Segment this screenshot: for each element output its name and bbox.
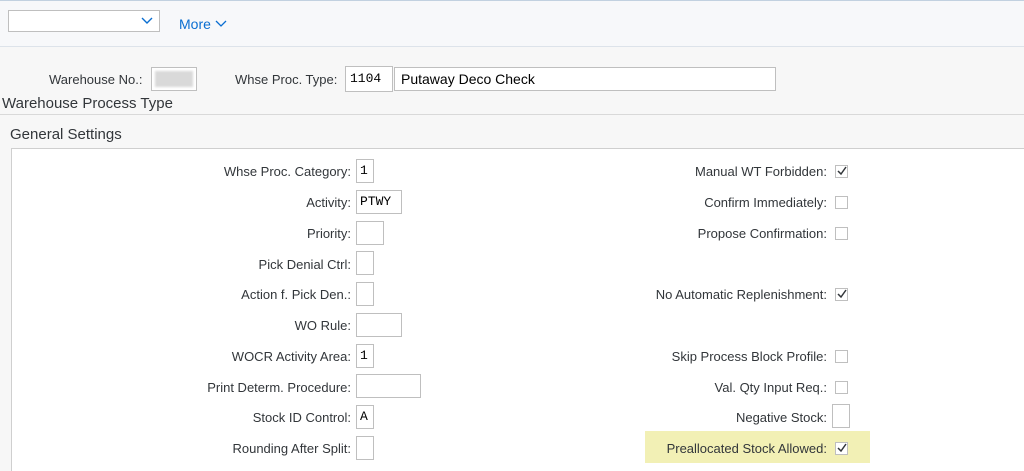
label-propose-confirmation: Propose Confirmation: — [697, 226, 827, 241]
group-title: General Settings — [10, 126, 122, 143]
chevron-down-icon — [215, 20, 227, 27]
manual-wt-forbidden-checkbox[interactable] — [835, 165, 848, 178]
label-rounding-after-split: Rounding After Split: — [232, 441, 351, 456]
label-print-determ-procedure: Print Determ. Procedure: — [207, 380, 351, 395]
label-wo-rule: WO Rule: — [294, 318, 351, 333]
warehouse-value-redacted — [155, 71, 193, 87]
label-negative-stock: Negative Stock: — [735, 410, 827, 425]
label-priority: Priority: — [306, 226, 351, 241]
section-title: Warehouse Process Type — [2, 95, 173, 112]
preallocated-stock-allowed-checkbox[interactable] — [835, 442, 848, 455]
label-action-pick-denial: Action f. Pick Den.: — [241, 287, 351, 302]
action-pick-denial-field[interactable] — [356, 282, 374, 306]
stock-id-control-field[interactable]: A — [356, 405, 374, 429]
priority-field[interactable] — [356, 221, 384, 245]
checkmark-icon — [837, 443, 847, 453]
label-confirm-immediately: Confirm Immediately: — [704, 195, 827, 210]
warehouse-label: Warehouse No.: — [49, 72, 143, 87]
print-determ-procedure-field[interactable] — [356, 374, 421, 398]
variant-dropdown[interactable] — [8, 10, 160, 32]
wocr-activity-area-field[interactable]: 1 — [356, 344, 374, 368]
label-stock-id-control: Stock ID Control: — [252, 410, 351, 425]
more-menu-button[interactable]: More — [179, 16, 227, 32]
label-activity: Activity: — [306, 195, 351, 210]
more-label: More — [179, 16, 211, 32]
warehouse-number-field[interactable] — [151, 67, 197, 91]
checkmark-icon — [837, 289, 847, 299]
pick-denial-ctrl-field[interactable] — [356, 251, 374, 275]
label-whse-proc-category: Whse Proc. Category: — [223, 164, 351, 179]
propose-confirmation-checkbox[interactable] — [835, 227, 848, 240]
label-preallocated-stock-allowed: Preallocated Stock Allowed: — [666, 441, 827, 456]
label-no-automatic-replenishment: No Automatic Replenishment: — [655, 287, 827, 302]
checkmark-icon — [837, 166, 847, 176]
val-qty-input-req-checkbox[interactable] — [835, 381, 848, 394]
settings-panel — [11, 148, 1024, 471]
proc-type-description: Putaway Deco Check — [394, 67, 776, 91]
negative-stock-field[interactable] — [832, 404, 850, 428]
label-skip-process-block-profile: Skip Process Block Profile: — [671, 349, 827, 364]
label-wocr-activity-area: WOCR Activity Area: — [231, 349, 351, 364]
label-manual-wt-forbidden: Manual WT Forbidden: — [695, 164, 827, 179]
chevron-down-icon — [141, 17, 153, 24]
skip-process-block-profile-checkbox[interactable] — [835, 350, 848, 363]
confirm-immediately-checkbox[interactable] — [835, 196, 848, 209]
whse-proc-category-field[interactable]: 1 — [356, 159, 374, 183]
proc-type-label: Whse Proc. Type: — [235, 72, 338, 87]
proc-type-field[interactable]: 1104 — [345, 66, 393, 92]
wo-rule-field[interactable] — [356, 313, 402, 337]
activity-field[interactable]: PTWY — [356, 190, 402, 214]
label-pick-denial-ctrl: Pick Denial Ctrl: — [258, 257, 351, 272]
rounding-after-split-field[interactable] — [356, 436, 374, 460]
no-automatic-replenishment-checkbox[interactable] — [835, 288, 848, 301]
label-val-qty-input-req: Val. Qty Input Req.: — [714, 380, 827, 395]
